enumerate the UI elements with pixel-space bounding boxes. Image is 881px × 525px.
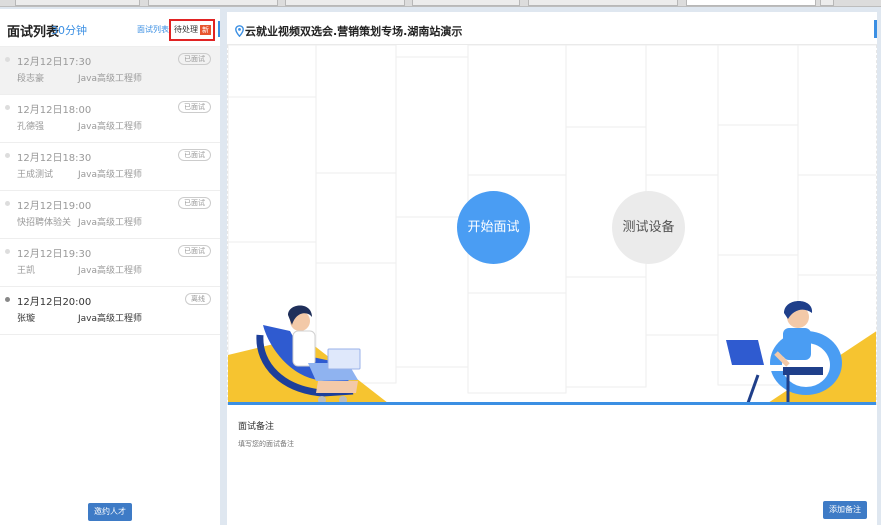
sidebar-header: 面试列表 30分钟 面试列表 待处理新 [0, 9, 220, 47]
browser-tab-strip [0, 0, 881, 7]
location-pin-icon [235, 25, 244, 37]
job-title: Java高级工程师 [78, 314, 143, 324]
interview-list-item[interactable]: 12月12日18:00 已面试 孔德强 Java高级工程师 [0, 95, 220, 143]
notes-section: 面试备注 添加备注 [227, 405, 877, 525]
status-dot [5, 249, 10, 254]
candidate-name: 张璇 [17, 314, 36, 324]
status-badge: 已面试 [178, 53, 211, 65]
interview-time: 12月12日18:00 [17, 105, 92, 116]
job-title: Java高级工程师 [78, 266, 143, 276]
new-tab-button[interactable] [820, 0, 834, 6]
interview-stage: 开始面试 测试设备 [227, 45, 877, 405]
test-device-button[interactable]: 测试设备 [612, 191, 685, 264]
interview-time: 12月12日19:00 [17, 201, 92, 212]
new-badge: 新 [200, 25, 211, 35]
tab-interview-list[interactable]: 面试列表 [137, 24, 169, 35]
add-note-button[interactable]: 添加备注 [823, 501, 867, 519]
stage-background [228, 45, 876, 404]
job-title: Java高级工程师 [78, 122, 143, 132]
interview-main-panel: 云就业视频双选会.营销策划专场.湖南站演示 开始面试 测试设备 面试备注 填写您… [227, 12, 877, 525]
notes-input[interactable] [238, 434, 638, 454]
status-dot [5, 153, 10, 158]
main-header: 云就业视频双选会.营销策划专场.湖南站演示 [227, 12, 877, 45]
interview-list-item[interactable]: 12月12日20:00 离线 张璇 Java高级工程师 [0, 287, 220, 335]
status-badge: 已面试 [178, 101, 211, 113]
interview-sidebar: 面试列表 30分钟 面试列表 待处理新 12月12日17:30 已面试 段志豪 … [0, 9, 220, 525]
sidebar-scroll-indicator [218, 21, 220, 37]
interview-time: 12月12日20:00 [17, 297, 92, 308]
tab-pending-label: 待处理 [174, 25, 198, 34]
status-badge: 已面试 [178, 197, 211, 209]
interview-list-item[interactable]: 12月12日18:30 已面试 王成测试 Java高级工程师 [0, 143, 220, 191]
browser-tab-active[interactable] [686, 0, 816, 6]
tab-pending[interactable]: 待处理新 [169, 19, 215, 41]
header-scroll-indicator [874, 20, 877, 38]
interview-list-item[interactable]: 12月12日19:00 已面试 快招聘体验关 Java高级工程师 [0, 191, 220, 239]
candidate-name: 王凯 [17, 266, 36, 276]
interview-duration: 30分钟 [51, 24, 87, 37]
candidate-name: 段志豪 [17, 74, 45, 84]
interview-list-item[interactable]: 12月12日19:30 已面试 王凯 Java高级工程师 [0, 239, 220, 287]
job-title: Java高级工程师 [78, 74, 143, 84]
status-badge: 离线 [185, 293, 211, 305]
candidate-name: 快招聘体验关 [17, 218, 72, 228]
job-title: Java高级工程师 [78, 218, 143, 228]
browser-tab[interactable] [412, 0, 520, 6]
status-badge: 已面试 [178, 245, 211, 257]
status-dot [5, 201, 10, 206]
status-dot [5, 297, 10, 302]
start-interview-button[interactable]: 开始面试 [457, 191, 530, 264]
invite-talent-button[interactable]: 邀约人才 [88, 503, 132, 521]
candidate-name: 王成测试 [17, 170, 54, 180]
interview-time: 12月12日18:30 [17, 153, 92, 164]
status-badge: 已面试 [178, 149, 211, 161]
candidate-name: 孔德强 [17, 122, 45, 132]
browser-tab[interactable] [528, 0, 678, 6]
interview-time: 12月12日19:30 [17, 249, 92, 260]
notes-label: 面试备注 [238, 422, 275, 432]
status-dot [5, 57, 10, 62]
browser-tab[interactable] [285, 0, 405, 6]
browser-tab[interactable] [15, 0, 140, 6]
job-title: Java高级工程师 [78, 170, 143, 180]
browser-tab[interactable] [148, 0, 278, 6]
interview-list-item[interactable]: 12月12日17:30 已面试 段志豪 Java高级工程师 [0, 47, 220, 95]
interview-time: 12月12日17:30 [17, 57, 92, 68]
status-dot [5, 105, 10, 110]
page-title: 云就业视频双选会.营销策划专场.湖南站演示 [245, 25, 463, 38]
